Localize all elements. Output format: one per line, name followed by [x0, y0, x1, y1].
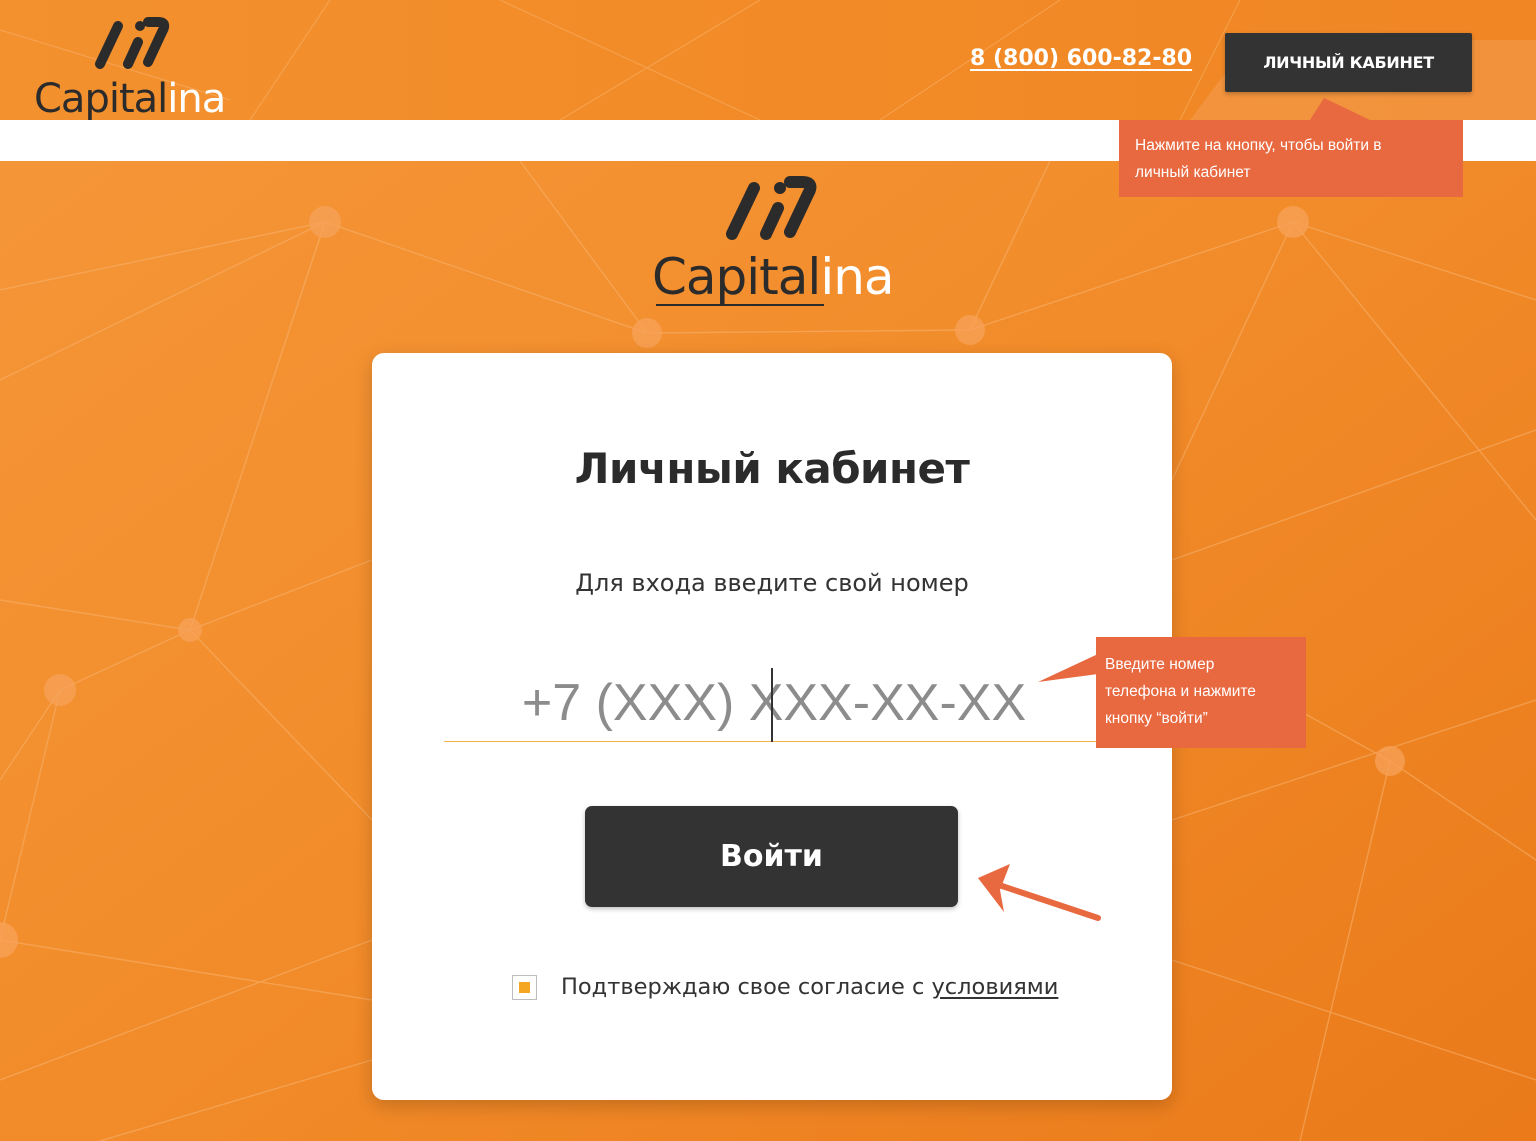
main-logo: Capitalina [652, 172, 902, 312]
login-title: Личный кабинет [574, 444, 970, 493]
callout-line: личный кабинет [1135, 164, 1251, 181]
phone-input[interactable] [444, 664, 1096, 742]
login-subtitle: Для входа введите свой номер [575, 569, 969, 597]
main-logo-underline [656, 304, 824, 306]
header-logo[interactable]: Capitalina [34, 14, 234, 120]
callout-line: кнопку “войти” [1105, 710, 1208, 727]
terms-link[interactable]: условиями [931, 974, 1058, 1000]
callout-phone-pointer [1038, 654, 1098, 682]
callout-line: телефона и нажмите [1105, 683, 1256, 700]
personal-account-button[interactable]: ЛИЧНЫЙ КАБИНЕТ [1225, 33, 1472, 92]
callout-phone-hint: Введите номер телефона и нажмите кнопку … [1096, 637, 1306, 748]
arrow-pointer-icon [978, 864, 1101, 921]
header-logo-text: Capitalina [34, 76, 226, 120]
callout-login-hint: Нажмите на кнопку, чтобы войти в личный … [1119, 120, 1463, 197]
main-logo-text: Capitalina [652, 248, 895, 306]
consent-text: Подтверждаю свое согласие с [561, 974, 932, 1000]
login-submit-button[interactable]: Войти [585, 806, 958, 907]
header-phone-link[interactable]: 8 (800) 600-82-80 [970, 46, 1192, 71]
consent-label: Подтверждаю свое согласие с условиями [561, 972, 1058, 1002]
login-page: Capitalina 8 (800) 600-82-80 ЛИЧНЫЙ КАБИ… [0, 0, 1536, 1141]
capitalina-logo-icon [95, 17, 170, 69]
callout-line: Нажмите на кнопку, чтобы войти в [1135, 137, 1382, 154]
capitalina-logo-icon [726, 176, 817, 240]
callout-line: Введите номер [1105, 656, 1215, 673]
text-caret [771, 668, 773, 742]
consent-checkbox[interactable] [512, 975, 537, 1000]
